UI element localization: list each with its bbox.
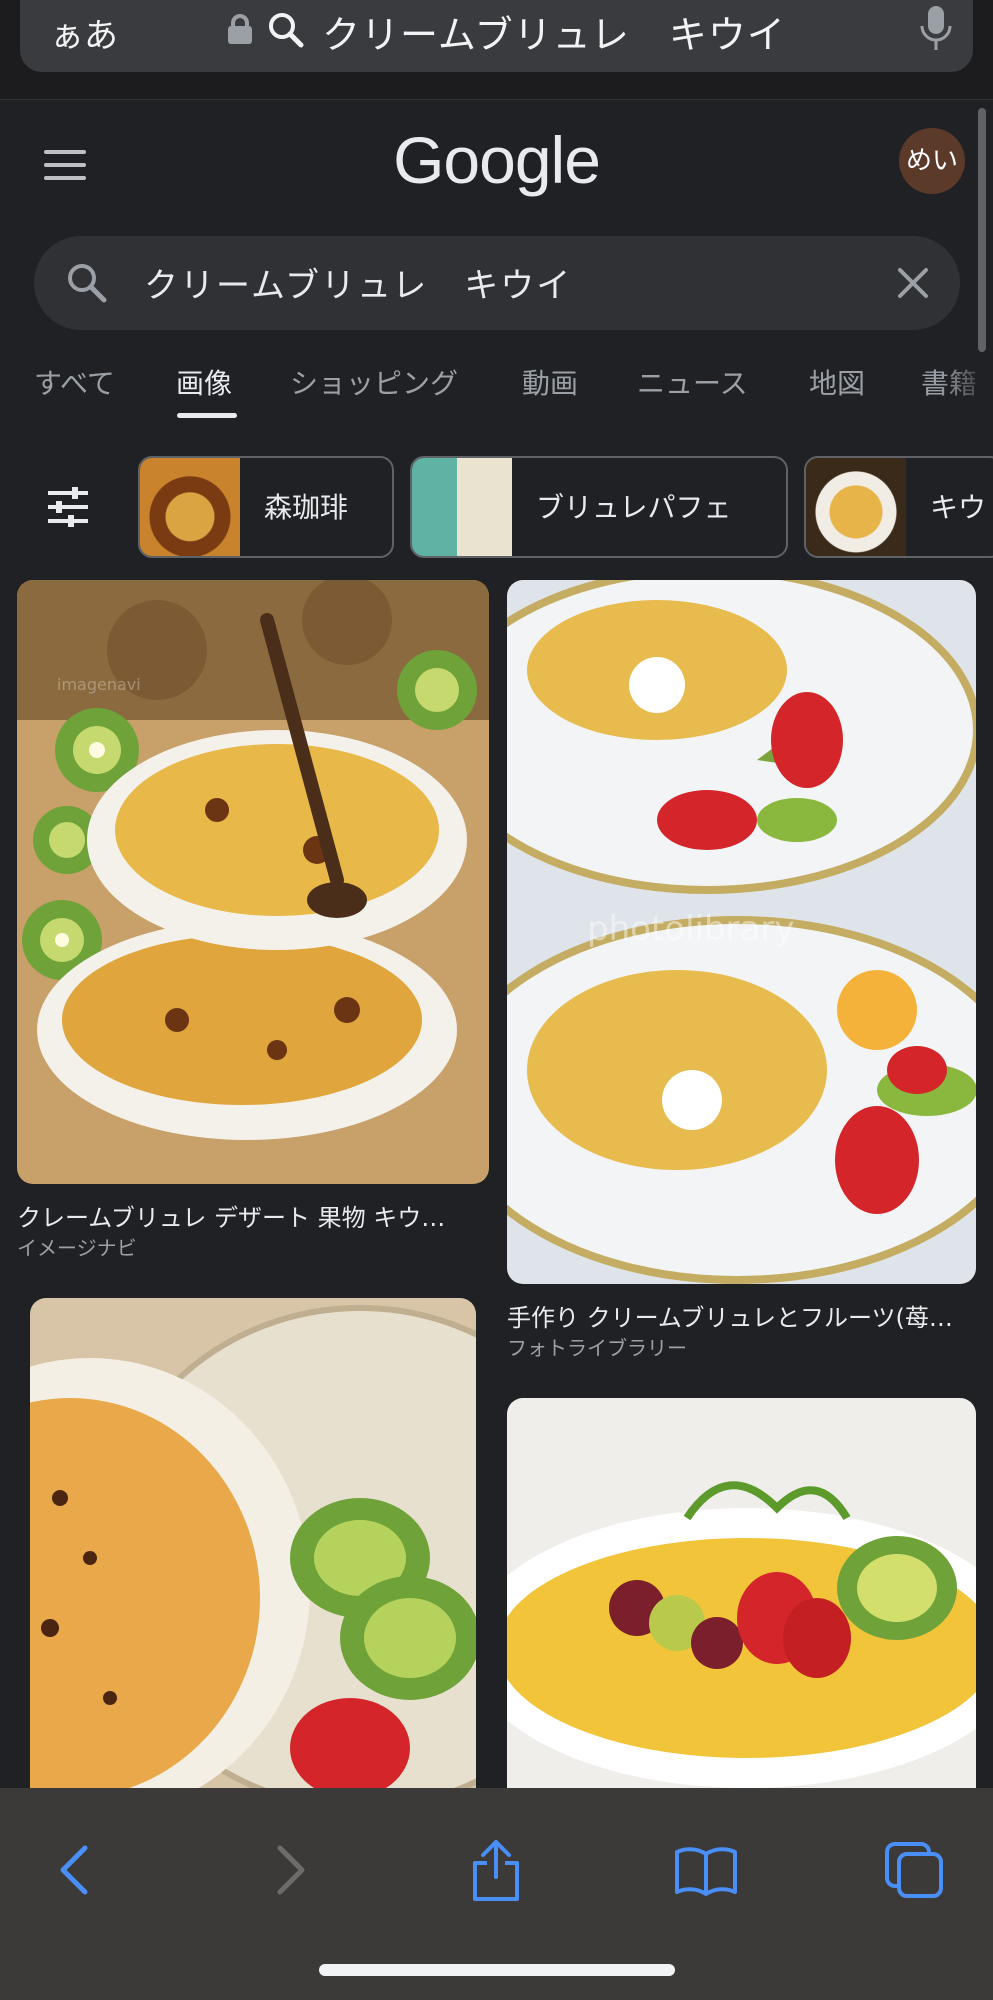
forward-icon: [277, 1845, 305, 1895]
svg-text:imagenavi: imagenavi: [57, 675, 141, 694]
tab-videos[interactable]: 動画: [522, 362, 578, 402]
back-button[interactable]: [35, 1830, 115, 1910]
chip-kiwi[interactable]: キウ: [804, 456, 993, 558]
suggestion-chips: 森珈琲 ブリュレパフェ キウ: [0, 454, 993, 560]
address-bar[interactable]: ぁあ クリームブリュレ キウイ: [20, 0, 973, 72]
tab-maps[interactable]: 地図: [809, 362, 865, 402]
search-box[interactable]: クリームブリュレ キウイ: [34, 236, 960, 330]
result-source: フォトライブラリー: [507, 1336, 687, 1360]
account-avatar[interactable]: めい: [899, 128, 965, 194]
result-image[interactable]: [507, 1398, 976, 1788]
result-image[interactable]: imagenavi: [17, 580, 489, 1184]
back-icon: [60, 1845, 88, 1895]
svg-text:photolibrary: photolibrary: [587, 909, 794, 949]
lock-icon: [228, 14, 252, 44]
browser-address-area: ぁあ クリームブリュレ キウイ: [0, 0, 993, 100]
search-tabs: すべて 画像 ショッピング 動画 ニュース 地図 書籍: [0, 362, 993, 422]
search-icon: [269, 13, 304, 48]
microphone-icon[interactable]: [918, 4, 954, 54]
url-text[interactable]: クリームブリュレ キウイ: [322, 4, 786, 59]
image-result[interactable]: [507, 1398, 976, 1788]
search-input[interactable]: クリームブリュレ キウイ: [144, 258, 572, 307]
chip-mori-coffee[interactable]: 森珈琲: [138, 456, 394, 558]
active-tab-indicator: [177, 413, 237, 418]
result-caption[interactable]: 手作り クリームブリュレとフルーツ(苺…: [507, 1298, 953, 1333]
chip-brulee-parfait[interactable]: ブリュレパフェ: [410, 456, 788, 558]
share-button[interactable]: [456, 1830, 536, 1910]
chip-thumbnail: [806, 458, 906, 556]
chip-label: 森珈琲: [264, 491, 349, 524]
result-source: イメージナビ: [17, 1236, 137, 1260]
filter-icon[interactable]: [46, 487, 90, 527]
home-indicator[interactable]: [319, 1964, 675, 1976]
search-icon[interactable]: [64, 260, 110, 306]
tab-news[interactable]: ニュース: [637, 362, 748, 402]
chip-thumbnail: [140, 458, 240, 556]
google-logo[interactable]: Google: [0, 122, 993, 198]
reader-view-button[interactable]: ぁあ: [50, 8, 118, 57]
image-result[interactable]: [30, 1298, 476, 1788]
tab-all[interactable]: すべて: [34, 362, 115, 402]
tabs-icon: [885, 1842, 943, 1898]
share-icon: [473, 1840, 519, 1901]
forward-button[interactable]: [250, 1830, 330, 1910]
clear-icon[interactable]: [896, 266, 930, 300]
chip-thumbnail: [412, 458, 512, 556]
image-result[interactable]: photolibrary 手作り クリームブリュレとフルーツ(苺… フォトライブ…: [507, 580, 976, 1360]
screen: ぁあ クリームブリュレ キウイ Google めい クリームブリュレ キウイ す…: [0, 0, 993, 2000]
chip-label: ブリュレパフェ: [536, 491, 732, 524]
result-image[interactable]: [30, 1298, 476, 1788]
tab-shopping[interactable]: ショッピング: [290, 362, 458, 402]
tabs-button[interactable]: [874, 1830, 954, 1910]
page-scrollbar[interactable]: [978, 108, 986, 352]
result-image[interactable]: photolibrary: [507, 580, 976, 1284]
bookmarks-icon: [675, 1847, 737, 1896]
chip-label: キウ: [930, 491, 987, 524]
image-result[interactable]: imagenavi クレームブリュレ デザート 果物 キウ… イメージナビ: [17, 580, 489, 1260]
bookmarks-button[interactable]: [666, 1830, 746, 1910]
tab-images[interactable]: 画像: [176, 362, 232, 402]
result-caption[interactable]: クレームブリュレ デザート 果物 キウ…: [17, 1198, 445, 1233]
